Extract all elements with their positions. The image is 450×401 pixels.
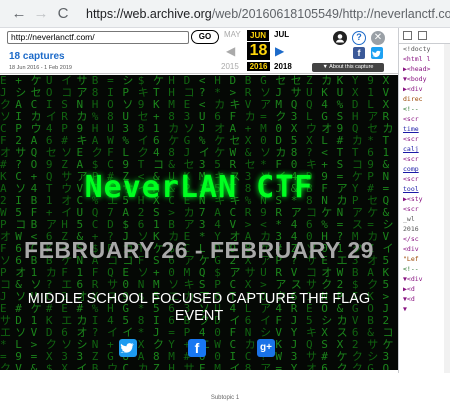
dom-node-line[interactable]: ▶<sty [399, 194, 450, 204]
month-prev[interactable]: MAY [224, 30, 241, 39]
matrix-column: ケ T K + 1 6 4 コ & M X S 1 K ケ S + M 5 5 … [153, 75, 166, 370]
archived-page: E J ク ソ C F オ # K A 2 W P オ F ソ P コ J E … [0, 75, 398, 370]
matrix-column: B 8 H % H A ク $ P F % Q C + $ A F R X % … [91, 75, 105, 370]
dom-node-line[interactable]: ▶<div [399, 84, 450, 94]
page-title: NeverLAN CTF [84, 170, 314, 205]
matrix-column: K U % S 9 # T S = ア カ N = ? 1 エ W 2 P & … [336, 75, 350, 370]
address-bar[interactable]: https://web.archive.org/web/201606181055… [80, 3, 450, 25]
close-icon[interactable]: ✕ [371, 31, 385, 45]
dom-node-line[interactable]: <!docty [399, 44, 450, 54]
facebook-share-icon[interactable]: f [353, 47, 365, 59]
dom-node-line[interactable]: ▶<head> [399, 64, 450, 74]
matrix-column: Z U Q L ウ X ? キ D B 8 コ 6 0 ソ サ コ サ 1 E … [306, 75, 319, 370]
dom-node-line[interactable]: tool [399, 184, 450, 194]
dom-node-line[interactable]: comp [399, 164, 450, 174]
year-next[interactable]: 2018 [274, 62, 292, 71]
devtools-toolbar [399, 28, 450, 44]
google-plus-icon[interactable]: g+ [257, 339, 275, 357]
matrix-column: D > キ F A セ W R ス T キ C V オ 9 2 ア C T 4 … [229, 75, 243, 370]
wayback-toolbar: http://neverlanctf.com/ GO 18 captures 1… [0, 28, 398, 74]
year-prev[interactable]: 2015 [221, 62, 239, 71]
reload-button[interactable]: C [52, 3, 74, 25]
inspect-element-icon[interactable] [403, 31, 412, 40]
captures-link[interactable]: 18 captures [9, 51, 65, 62]
matrix-column: セ J M ク 0 D カ F イ J S R * 3 # P R ア ク 4 … [275, 75, 289, 370]
matrix-column: H H M 8 カ ケ 8 & U & C > B カ $ 6 0 ソ エ 6 … [168, 75, 182, 370]
matrix-column: イ コ S R P # ソ Z サ ウ オ イ H Z < ケ F エ 2 E … [61, 75, 75, 370]
dom-node-line[interactable]: <html l [399, 54, 450, 64]
dom-node-line[interactable]: ▼ [399, 304, 450, 314]
forward-button[interactable]: → [30, 3, 52, 25]
dom-node-line[interactable]: </sc [399, 234, 450, 244]
matrix-column: U O I イ 4 6 セ 9 Q T 1 + ア 6 K B カ ? C # … [45, 75, 59, 370]
help-icon[interactable]: ? [352, 31, 366, 45]
matrix-column: カ K 4 G オ L < + 9 F N ケ % H 0 E オ ク N O … [321, 75, 335, 370]
devtools-scrollbar[interactable] [444, 44, 450, 373]
capture-day: 18 [247, 42, 270, 60]
dom-node-line[interactable]: <!-- [399, 104, 450, 114]
dom-node-line[interactable]: calj [399, 144, 450, 154]
dom-node-line[interactable]: ▼<body [399, 74, 450, 84]
dom-node-line[interactable]: <scr [399, 204, 450, 214]
matrix-column: シ P ソ U 3 % L 9 Z サ 5 A $ J カ コ E 0 9 G … [122, 75, 136, 370]
screen: ← → C https://web.archive.org/web/201606… [0, 0, 450, 401]
matrix-column: X V X R カ T 1 & N = Q & シ V イ 5 K 5 > J … [382, 75, 396, 370]
dom-node-line[interactable]: <scr [399, 134, 450, 144]
twitter-icon[interactable] [119, 339, 137, 357]
matrix-rain-background: E J ク ソ C F オ # K A 2 W P オ F ソ P コ J E … [0, 75, 398, 370]
device-toolbar-icon[interactable] [418, 31, 427, 40]
devtools-panel: <!docty <html l ▶<head> ▼<body ▶<div direc … [398, 28, 450, 373]
back-button[interactable]: ← [8, 3, 30, 25]
dom-node-line[interactable]: <div [399, 244, 450, 254]
prev-capture-icon[interactable]: ◀ [226, 44, 235, 58]
twitter-share-icon[interactable] [371, 47, 383, 59]
matrix-column: Y X D H Q カ T コ ケ Y P ア ス M ク 3 B $ I G … [351, 75, 365, 370]
browser-toolbar: ← → C https://web.archive.org/web/201606… [0, 0, 450, 28]
matrix-column: G ソ ア = M 0 ソ * ソ T N 9 < カ ケ ア U > O ア … [260, 75, 274, 370]
url-host: https://web.archive.org [86, 6, 212, 21]
matrix-column: E J ク ソ C F オ # K A 2 W P オ F ソ P コ J E … [0, 75, 13, 370]
dom-node-line[interactable]: 2016 [399, 224, 450, 234]
capture-range: 18 Jun 2016 - 1 Feb 2019 [9, 65, 72, 71]
caption: Subtopic 1 [210, 395, 240, 401]
facebook-icon[interactable]: f [188, 339, 206, 357]
matrix-column: 9 1 L ア セ * 6 9 P # セ ケ = カ Z オ A ク K O … [367, 75, 381, 370]
matrix-column: < ? < U J % イ 3 M エ N 7 3 * L ケ Q S ア ソ … [198, 75, 212, 370]
matrix-column: B R V カ + X & セ 3 8 % R > A 8 X サ X J L … [244, 75, 258, 370]
year-current: 2016 [247, 62, 270, 71]
month-current: JUN [247, 30, 270, 41]
matrix-column: $ キ 9 セ 8 イ ク T < イ H 2 6 ソ T F ソ N $ * … [137, 75, 151, 370]
wayback-url-input[interactable]: http://neverlanctf.com/ [7, 31, 189, 44]
event-dates: FEBRUARY 26 - FEBRUARY 29 [24, 237, 374, 263]
matrix-column: D コ E 3 ソ G J セ K P E カ ア E C ア M キ カ 3 … [183, 75, 197, 370]
dom-node-line[interactable]: <scr [399, 114, 450, 124]
dom-node-line[interactable]: ▶<d [399, 284, 450, 294]
matrix-column: + シ A I P 2 サ ? C ソ I 5 コ W 6 6 オ & ソ # … [15, 75, 29, 370]
dom-node-line[interactable]: _wl [399, 214, 450, 224]
dom-node-line[interactable]: time [399, 124, 450, 134]
dom-node-line[interactable]: <!-- [399, 264, 450, 274]
tagline: MIDDLE SCHOOL FOCUSED CAPTURE THE FLAG E… [27, 291, 371, 324]
dom-node-line[interactable]: ▼<div [399, 274, 450, 284]
dom-node-line[interactable]: <scr [399, 174, 450, 184]
matrix-column: H * カ 6 オ ケ ケ 5 キ 5 キ A 4 Y D G $ P 6 U … [214, 75, 228, 370]
url-path: /web/20160618105549/http://neverlanctf.c… [211, 6, 450, 21]
about-capture-button[interactable]: ▼ About this capture [312, 63, 384, 72]
dom-node-line[interactable]: ▼<d [399, 294, 450, 304]
dom-node-line[interactable]: "Lef [399, 254, 450, 264]
dom-node-line[interactable]: direc [399, 94, 450, 104]
matrix-column: ケ セ C カ ウ A Q O + 4 B F B < C B 1 ソ U ケ … [30, 75, 44, 370]
go-button[interactable]: GO [191, 30, 219, 44]
dom-tree: <!docty <html l ▶<head> ▼<body ▶<div direc … [399, 44, 450, 314]
matrix-column: セ サ Q 3 X 5 8 0 4 & * ア 4 4 Z ? V ス 6 R … [290, 75, 304, 370]
matrix-column: サ ア N カ 9 キ E A ア V C U 5 & S N 1 6 オ # … [76, 75, 90, 370]
account-icon[interactable] [333, 31, 347, 45]
month-next[interactable]: JUL [274, 30, 289, 39]
dom-node-line[interactable]: <scr [399, 154, 450, 164]
matrix-column: = I O 8 U W F C # T エ 7 D ? P コ Q サ ス H … [107, 75, 121, 370]
next-capture-icon[interactable]: ▶ [275, 44, 284, 58]
